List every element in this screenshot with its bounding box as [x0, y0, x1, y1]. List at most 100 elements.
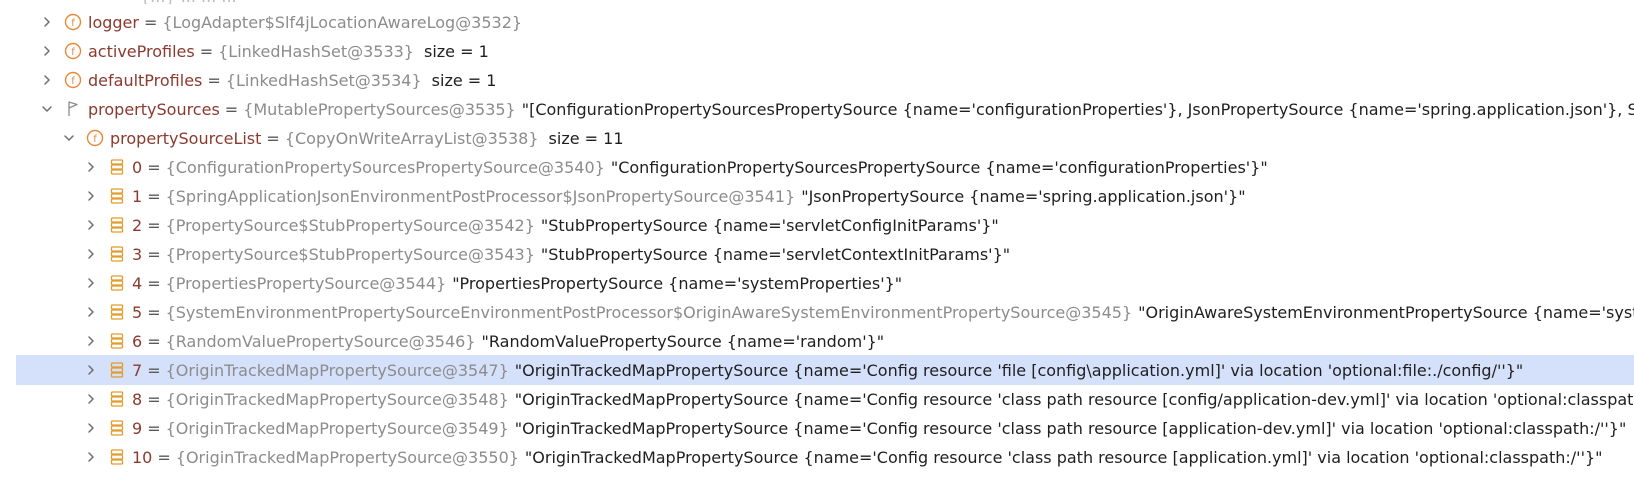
equals-sign: = [147, 215, 161, 235]
tree-row[interactable]: 6 = {RandomValuePropertySource@3546} "Rando… [0, 326, 1634, 356]
array-item-icon [108, 390, 126, 408]
object-reference: {OriginTrackedMapPropertySource@3548} [165, 389, 509, 409]
tree-row[interactable]: 7 = {OriginTrackedMapPropertySource@3547} "… [16, 355, 1634, 385]
value-string: "OriginTrackedMapPropertySource {name='C… [514, 418, 1627, 438]
variable-name: 0 [132, 157, 143, 177]
chevron-right-icon[interactable] [84, 268, 98, 298]
tree-row[interactable]: 10 = {OriginTrackedMapPropertySource@3550}… [0, 442, 1634, 472]
equals-sign: = [224, 99, 239, 119]
array-item-icon [108, 361, 126, 379]
value-string: "[ConfigurationPropertySourcesPropertySo… [521, 99, 1634, 119]
svg-text:f: f [93, 134, 97, 145]
object-reference: {LinkedHashSet@3534} [225, 70, 422, 90]
chevron-right-icon[interactable] [84, 297, 98, 327]
array-item-icon [108, 158, 126, 176]
value-string: "StubPropertySource {name='servletConfig… [540, 215, 999, 235]
field-icon: f [86, 129, 104, 147]
variable-name: 10 [132, 447, 153, 467]
variable-name: 6 [132, 331, 143, 351]
value-string: "PropertiesPropertySource {name='systemP… [452, 273, 903, 293]
svg-text:f: f [71, 47, 75, 58]
size-label: size = 1 [431, 70, 497, 90]
field-icon: f [64, 71, 82, 89]
array-item-icon [108, 332, 126, 350]
equals-sign: = [266, 128, 280, 148]
equals-sign: = [143, 12, 158, 32]
chevron-right-icon[interactable] [40, 65, 54, 95]
equals-sign: = [147, 186, 161, 206]
chevron-right-icon[interactable] [84, 384, 98, 414]
chevron-right-icon[interactable] [84, 326, 98, 356]
equals-sign: = [147, 360, 161, 380]
equals-sign: = [157, 447, 171, 467]
equals-sign: = [147, 418, 161, 438]
equals-sign: = [147, 244, 161, 264]
value-string: "OriginAwareSystemEnvironmentPropertySou… [1138, 302, 1634, 322]
array-item-icon [108, 216, 126, 234]
tree-row[interactable]: 5 = {SystemEnvironmentPropertySourceEnviro… [0, 297, 1634, 327]
tree-row[interactable]: propertySources = {MutablePropertySources@… [0, 94, 1634, 124]
equals-sign: = [207, 70, 221, 90]
chevron-down-icon[interactable] [62, 123, 76, 153]
chevron-right-icon[interactable] [84, 239, 98, 269]
variable-name: propertySources [88, 99, 220, 119]
value-string: "OriginTrackedMapPropertySource {name='C… [514, 360, 1524, 380]
flag-icon [64, 100, 82, 118]
object-reference: {PropertiesPropertySource@3544} [165, 273, 447, 293]
variable-name: 8 [132, 389, 143, 409]
tree-row[interactable]: 4 = {PropertiesPropertySource@3544} "Proper… [0, 268, 1634, 298]
variable-name: activeProfiles [88, 41, 195, 61]
object-reference: {PropertySource$StubPropertySource@3542} [165, 215, 535, 235]
equals-sign: = [147, 273, 161, 293]
object-reference: {SystemEnvironmentPropertySourceEnvironm… [165, 302, 1133, 322]
object-reference: {RandomValuePropertySource@3546} [165, 331, 476, 351]
value-string: "RandomValuePropertySource {name='random… [481, 331, 885, 351]
array-item-icon [108, 274, 126, 292]
tree-row[interactable]: f activeProfiles = {LinkedHashSet@3533} size… [0, 36, 1634, 66]
equals-sign: = [147, 302, 161, 322]
variable-name: defaultProfiles [88, 70, 203, 90]
variable-name: 7 [132, 360, 143, 380]
value-string: "JsonPropertySource {name='spring.applic… [801, 186, 1246, 206]
chevron-right-icon[interactable] [40, 7, 54, 37]
chevron-right-icon[interactable] [84, 152, 98, 182]
variable-name: 3 [132, 244, 143, 264]
tree-row[interactable]: f logger = {LogAdapter$Slf4jLocationAwareLo… [0, 7, 1634, 37]
partial-row-top: {...} ... ... ... [0, 0, 1634, 4]
value-string: "StubPropertySource {name='servletContex… [540, 244, 1011, 264]
variable-name: 2 [132, 215, 143, 235]
variable-name: 9 [132, 418, 143, 438]
tree-row[interactable]: 0 = {ConfigurationPropertySourcesPropertyS… [0, 152, 1634, 182]
chevron-right-icon[interactable] [84, 413, 98, 443]
tree-row[interactable]: 2 = {PropertySource$StubPropertySource@354… [0, 210, 1634, 240]
tree-row[interactable]: f propertySourceList = {CopyOnWriteArrayLis… [0, 123, 1634, 153]
tree-row[interactable]: 8 = {OriginTrackedMapPropertySource@3548} "… [0, 384, 1634, 414]
array-item-icon [108, 419, 126, 437]
array-item-icon [108, 303, 126, 321]
array-item-icon [108, 245, 126, 263]
svg-text:f: f [71, 18, 75, 29]
tree-row[interactable]: 1 = {SpringApplicationJsonEnvironmentPostP… [0, 181, 1634, 211]
chevron-right-icon[interactable] [84, 181, 98, 211]
array-item-icon [108, 448, 126, 466]
variable-name: propertySourceList [110, 128, 262, 148]
object-reference: {PropertySource$StubPropertySource@3543} [165, 244, 535, 264]
object-reference: {LinkedHashSet@3533} [218, 41, 414, 61]
object-reference: {OriginTrackedMapPropertySource@3549} [165, 418, 509, 438]
object-reference: {CopyOnWriteArrayList@3538} [284, 128, 539, 148]
variable-name: 1 [132, 186, 143, 206]
tree-row[interactable]: 3 = {PropertySource$StubPropertySource@354… [0, 239, 1634, 269]
field-icon: f [64, 42, 82, 60]
chevron-right-icon[interactable] [84, 355, 98, 385]
equals-sign: = [147, 331, 161, 351]
chevron-right-icon[interactable] [84, 442, 98, 472]
tree-row[interactable]: f defaultProfiles = {LinkedHashSet@3534} siz… [0, 65, 1634, 95]
chevron-down-icon[interactable] [40, 94, 54, 124]
chevron-right-icon[interactable] [40, 36, 54, 66]
chevron-right-icon[interactable] [84, 210, 98, 240]
variable-name: 5 [132, 302, 143, 322]
tree-row[interactable]: 9 = {OriginTrackedMapPropertySource@3549} "… [0, 413, 1634, 443]
partial-row-text: {...} ... ... ... [140, 0, 237, 4]
object-reference: {OriginTrackedMapPropertySource@3550} [175, 447, 519, 467]
value-string: "ConfigurationPropertySourcesPropertySou… [610, 157, 1268, 177]
